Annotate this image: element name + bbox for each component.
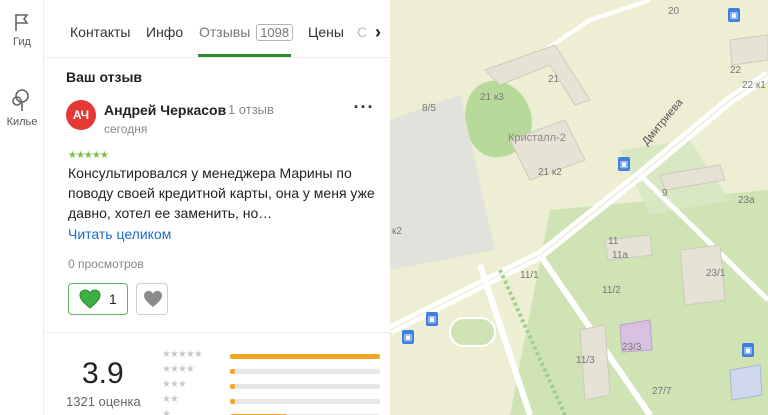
building xyxy=(729,364,763,401)
house-number: 27/7 xyxy=(652,386,672,397)
tab-contacts[interactable]: Контакты xyxy=(70,24,130,40)
house-number: 21 xyxy=(548,74,560,85)
house-number: 11/1 xyxy=(520,270,539,281)
rating-row-5: ★★★★★ xyxy=(162,349,382,363)
rating-row-1: ★ xyxy=(162,409,382,415)
tab-reviews-label: Отзывы xyxy=(199,24,251,40)
read-more-link[interactable]: Читать целиком xyxy=(68,226,171,242)
more-options-icon[interactable]: ··· xyxy=(352,98,376,122)
house-number: 23/3 xyxy=(622,342,642,353)
tree-icon xyxy=(12,89,29,111)
author-review-count-text: 1 отзыв xyxy=(227,102,274,117)
house-number: 8/5 xyxy=(422,103,436,114)
author-name[interactable]: Андрей Черкасов xyxy=(104,102,226,118)
active-tab-indicator xyxy=(198,54,291,57)
rating-row-stars: ★★ xyxy=(162,394,179,405)
bus-stop-icon[interactable]: ▣ xyxy=(728,8,740,22)
bus-stop-icon[interactable]: ▣ xyxy=(742,343,754,357)
house-number: 23а xyxy=(738,195,755,206)
review-text: Консультировался у менеджера Марины по п… xyxy=(68,165,375,221)
rail-item-housing[interactable]: Килье xyxy=(0,88,44,128)
tab-prices[interactable]: Цены xyxy=(308,24,344,40)
map-canvas xyxy=(390,0,768,415)
rating-row-3: ★★★ xyxy=(162,379,382,393)
rating-row-bar xyxy=(230,384,380,389)
rating-row-fill xyxy=(230,384,235,389)
house-number: 22 к1 xyxy=(742,80,766,91)
dislike-button[interactable] xyxy=(136,283,168,315)
tab-reviews[interactable]: Отзывы 1098 xyxy=(199,24,294,41)
reviews-count-badge: 1098 xyxy=(256,24,294,41)
rail-item-guide[interactable]: Гид xyxy=(0,12,44,48)
heart-icon xyxy=(79,289,101,309)
flag-icon xyxy=(15,14,29,31)
rail-item-label: Гид xyxy=(13,36,31,48)
bus-stop-icon[interactable]: ▣ xyxy=(618,157,630,171)
building xyxy=(729,34,768,66)
rating-row-4: ★★★★ xyxy=(162,364,382,378)
tab-info[interactable]: Инфо xyxy=(146,24,183,40)
house-number: 11/2 xyxy=(602,285,621,296)
chevron-right-icon[interactable]: › xyxy=(366,18,390,46)
avatar[interactable]: АЧ xyxy=(66,100,96,130)
bus-stop-icon[interactable]: ▣ xyxy=(402,330,414,344)
map[interactable]: 20 22 22 к1 21 21 к3 8/5 21 к2 9 23а 11 … xyxy=(390,0,768,415)
rail-item-label: Килье xyxy=(6,116,38,128)
house-number: 21 к3 xyxy=(480,92,504,103)
house-number: 11 xyxy=(608,236,619,247)
left-rail: Гид Килье xyxy=(0,0,44,415)
like-count: 1 xyxy=(109,291,117,307)
author-review-count: · 1 отзыв xyxy=(220,102,274,117)
broken-heart-icon xyxy=(144,290,162,308)
divider xyxy=(44,332,390,333)
rating-row-stars: ★★★ xyxy=(162,379,187,390)
house-number: 9 xyxy=(662,188,668,199)
like-button[interactable]: 1 xyxy=(68,283,128,315)
house-number: 20 xyxy=(668,6,680,17)
rating-row-2: ★★ xyxy=(162,394,382,408)
review-panel: Контакты Инфо Отзывы 1098 Цены С › Ваш о… xyxy=(44,0,390,415)
house-number: 21 к2 xyxy=(538,167,562,178)
bus-stop-icon[interactable]: ▣ xyxy=(426,312,438,326)
rating-row-stars: ★ xyxy=(162,409,171,415)
rating-row-bar xyxy=(230,399,380,404)
stadium xyxy=(449,317,496,347)
section-title: Ваш отзыв xyxy=(66,69,143,85)
rating-row-stars: ★★★★ xyxy=(162,364,195,375)
rating-row-bar xyxy=(230,354,380,359)
rating-count: 1321 оценка xyxy=(66,394,141,409)
house-number: 23/1 xyxy=(706,268,726,279)
rating-row-fill xyxy=(230,399,235,404)
review-date: сегодня xyxy=(104,122,148,136)
rating-row-stars: ★★★★★ xyxy=(162,349,203,360)
house-number: к2 xyxy=(392,226,402,237)
rating-row-fill xyxy=(230,369,235,374)
house-number: 11/3 xyxy=(576,355,595,366)
house-number: 11а xyxy=(612,250,628,261)
rating-row-bar xyxy=(230,369,380,374)
review-stars: ★★★★★ xyxy=(68,150,109,161)
rating-value: 3.9 xyxy=(82,357,124,390)
tab-bar: Контакты Инфо Отзывы 1098 Цены С › xyxy=(44,0,390,58)
rating-row-fill xyxy=(230,354,380,359)
house-number: 22 xyxy=(730,65,742,76)
views-count: 0 просмотров xyxy=(68,257,144,271)
place-label: Кристалл-2 xyxy=(508,132,566,144)
